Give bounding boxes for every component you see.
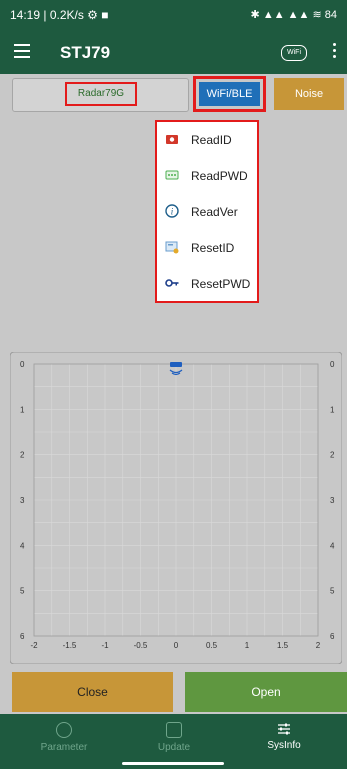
y-tick-label-right: 1 (330, 405, 335, 414)
camera-icon (165, 132, 179, 146)
x-tick-label: 2 (316, 641, 321, 650)
y-tick-label-left: 0 (20, 360, 25, 369)
radar-plot-svg: -2 -1.5 -1 -0.5 0 0.5 1 1.5 2 0 0 1 1 2 2 3 3 4 4 5 5 6 6 (9, 351, 343, 665)
y-tick-label-right: 0 (330, 360, 335, 369)
nav-item-parameter[interactable]: Parameter (14, 722, 114, 753)
menu-item-readpwd[interactable]: ReadPWD (157, 158, 257, 195)
y-tick-label-right: 2 (330, 451, 335, 460)
svg-text:i: i (171, 207, 174, 217)
menu-item-label: ResetPWD (191, 277, 251, 291)
y-tick-label-right: 4 (330, 541, 335, 550)
close-button[interactable]: Close (12, 672, 173, 712)
app-bar: STJ79 WiFi (0, 30, 347, 74)
menu-item-label: ReadVer (191, 205, 238, 219)
menu-item-label: ReadID (191, 133, 232, 147)
menu-item-readver[interactable]: i ReadVer (157, 194, 257, 231)
x-tick-label: 1 (245, 641, 250, 650)
y-tick-label-left: 5 (20, 587, 25, 596)
menu-item-resetid[interactable]: ResetID (157, 230, 257, 267)
radar-plot: -2 -1.5 -1 -0.5 0 0.5 1 1.5 2 0 0 1 1 2 2 3 3 4 4 5 5 6 6 (9, 351, 343, 665)
x-tick-label: -0.5 (134, 641, 148, 650)
nav-label-parameter: Parameter (40, 742, 88, 753)
y-tick-label-left: 1 (20, 405, 25, 414)
x-tick-label: 0.5 (206, 641, 218, 650)
menu-item-resetpwd[interactable]: ResetPWD (157, 266, 257, 303)
sliders-icon (277, 722, 291, 736)
status-bar-left: 14:19 | 0.2K/s ⚙ ■ (10, 8, 109, 22)
y-tick-label-left: 6 (20, 632, 25, 641)
key-icon (165, 276, 179, 290)
menu-item-readid[interactable]: ReadID (157, 122, 257, 159)
bottom-navigation: Parameter Update SysInfo (0, 714, 347, 769)
y-tick-label-right: 6 (330, 632, 335, 641)
y-tick-label-left: 3 (20, 496, 25, 505)
nav-item-update[interactable]: Update (124, 722, 224, 753)
more-vert-icon[interactable] (333, 43, 337, 61)
status-bar-right: ✱ ▲▲ ▲▲ ≋ 84 (250, 9, 337, 21)
info-icon: i (165, 204, 179, 218)
nav-label-sysinfo: SysInfo (267, 740, 301, 751)
x-tick-label: -1.5 (63, 641, 77, 650)
x-tick-label: 0 (174, 641, 179, 650)
y-tick-label-right: 5 (330, 587, 335, 596)
wifi-ble-button-label: WiFi/BLE (199, 82, 260, 106)
password-dots-icon (165, 168, 179, 182)
nav-item-sysinfo[interactable]: SysInfo (234, 722, 334, 751)
y-tick-label-left: 4 (20, 541, 25, 550)
menu-item-label: ResetID (191, 241, 235, 255)
radar-button-label: Radar79G (65, 82, 137, 106)
y-tick-label-left: 2 (20, 451, 25, 460)
noise-button[interactable]: Noise (274, 78, 344, 110)
menu-icon[interactable] (14, 44, 30, 58)
x-tick-label: 1.5 (277, 641, 289, 650)
bottom-button-row: Close Open (0, 672, 347, 712)
reset-card-icon (165, 240, 179, 254)
wifi-ble-dropdown-menu: ReadID ReadPWD i ReadVer ResetID ResetPW… (155, 120, 259, 303)
gesture-bar (122, 762, 224, 765)
radar-button[interactable]: Radar79G (12, 78, 189, 112)
wifi-status-icon[interactable]: WiFi (281, 45, 307, 61)
status-bar: 14:19 | 0.2K/s ⚙ ■ ✱ ▲▲ ▲▲ ≋ 84 (0, 0, 347, 30)
nav-label-update: Update (157, 742, 191, 753)
y-tick-label-right: 3 (330, 496, 335, 505)
gear-icon (56, 722, 72, 738)
wifi-ble-button[interactable]: WiFi/BLE (193, 76, 266, 112)
x-tick-label: -1 (101, 641, 109, 650)
app-title: STJ79 (60, 43, 111, 62)
open-button[interactable]: Open (185, 672, 347, 712)
update-icon (166, 722, 182, 738)
menu-item-label: ReadPWD (191, 169, 248, 183)
x-tick-label: -2 (30, 641, 38, 650)
